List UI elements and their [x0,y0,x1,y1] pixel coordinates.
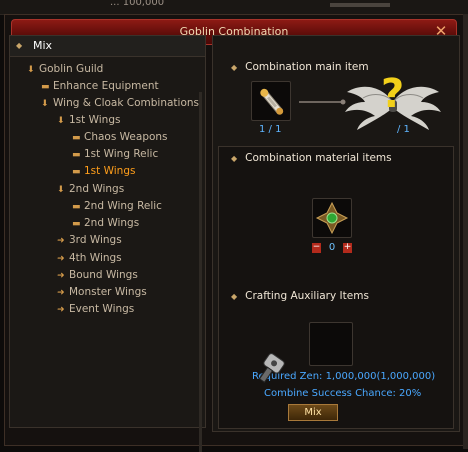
mix-button[interactable]: Mix [288,404,338,421]
tree-item[interactable]: ⬇ Wing & Cloak Combinations [41,97,199,112]
hammer-cursor-icon [258,353,285,383]
diamond-bullet-icon: ◆ [231,154,238,163]
tree-item-label: 2nd Wings [69,183,125,195]
material-items-heading: ◆ Combination material items [231,152,392,164]
tree-item-label: Goblin Guild [39,63,104,75]
tree-item-label: Monster Wings [69,286,147,298]
top-strip-bar [330,3,390,7]
success-chance-text: Combine Success Chance: 20% [264,388,422,399]
arrow-down-icon: ⬇ [41,99,49,109]
tree-item[interactable]: ▬ Chaos Weapons [72,131,168,146]
arrow-right-icon: ➜ [57,236,65,246]
arrow-right-icon: ➜ [57,254,65,264]
connector-line [299,99,346,105]
dash-icon: ▬ [72,150,81,160]
unknown-result-icon: ? [381,71,405,117]
tree-item[interactable]: ➜ 3rd Wings [57,234,122,249]
recipe-tree-panel: ◆ Mix ⬇ Goblin Guild ▬ Enhance Equipment ⬇ Wi… [9,35,206,452]
dash-icon: ▬ [72,133,81,143]
arrow-down-icon: ⬇ [27,65,35,75]
right-edge-bar [463,14,468,449]
auxiliary-items-heading: ◆ Crafting Auxiliary Items [231,290,369,302]
diamond-bullet-icon: ◆ [231,63,238,72]
tree-item-label: Bound Wings [69,269,138,281]
tree-item[interactable]: ▬ Enhance Equipment [41,80,159,95]
tree-item[interactable]: ▬ 2nd Wing Relic [72,200,162,215]
combination-panel: ◆ Combination main item 1 / 1 ? / 1 ◆ Comb… [212,35,460,432]
tree-item[interactable]: ⬇ 1st Wings [57,114,120,129]
material-item-slot[interactable] [312,198,352,238]
jewel-item-icon [315,201,349,235]
tree-scrollbar[interactable] [199,92,202,452]
tree-item[interactable]: ➜ Event Wings [57,303,134,318]
diamond-bullet-icon: ◆ [16,41,23,50]
dash-icon: ▬ [72,202,81,212]
material-quantity: 0 [328,242,336,253]
main-item-slot[interactable] [251,81,291,121]
tree-item-label: 4th Wings [69,252,122,264]
tree-item[interactable]: ➜ Bound Wings [57,269,138,284]
tree-item-label: 1st Wings [69,114,121,126]
top-status-strip: ... 100,000 [0,0,468,15]
dash-icon: ▬ [41,82,50,92]
top-strip-text: ... 100,000 [110,0,165,8]
main-item-count: 1 / 1 [259,124,282,135]
material-quantity-stepper: − 0 + [312,242,352,253]
wand-item-icon [260,88,284,115]
arrow-down-icon: ⬇ [57,116,65,126]
tree-item-label: 2nd Wing Relic [84,200,162,212]
tree-item-label: Wing & Cloak Combinations [53,97,200,109]
tree-item[interactable]: ⬇ 2nd Wings [57,183,124,198]
decrease-button[interactable]: − [312,243,321,253]
tree-item-label: 2nd Wings [84,217,140,229]
arrow-right-icon: ➜ [57,271,65,281]
tree-header-label: Mix [33,39,53,52]
tree-item-label: Enhance Equipment [53,80,159,92]
tree-item[interactable]: ➜ Monster Wings [57,286,147,301]
tree-item-label: 1st Wings [84,165,136,177]
arrow-right-icon: ➜ [57,288,65,298]
dash-icon: ▬ [72,219,81,229]
dash-icon: ▬ [72,167,81,177]
tree-item-label: Event Wings [69,303,135,315]
arrow-down-icon: ⬇ [57,185,65,195]
tree-item-label: 3rd Wings [69,234,122,246]
result-item-count: / 1 [397,124,410,135]
tree-item[interactable]: ⬇ Goblin Guild [27,63,103,78]
tree-item-label: 1st Wing Relic [84,148,159,160]
tree-item[interactable]: ▬ 1st Wings [72,165,135,180]
tree-item-label: Chaos Weapons [84,131,168,143]
tree-item[interactable]: ➜ 4th Wings [57,252,122,267]
diamond-bullet-icon: ◆ [231,292,238,301]
tree-header: ◆ Mix [10,36,205,57]
increase-button[interactable]: + [343,243,352,253]
arrow-right-icon: ➜ [57,305,65,315]
auxiliary-item-slot[interactable] [309,322,353,366]
tree-item[interactable]: ▬ 2nd Wings [72,217,139,232]
tree-item[interactable]: ▬ 1st Wing Relic [72,148,158,163]
